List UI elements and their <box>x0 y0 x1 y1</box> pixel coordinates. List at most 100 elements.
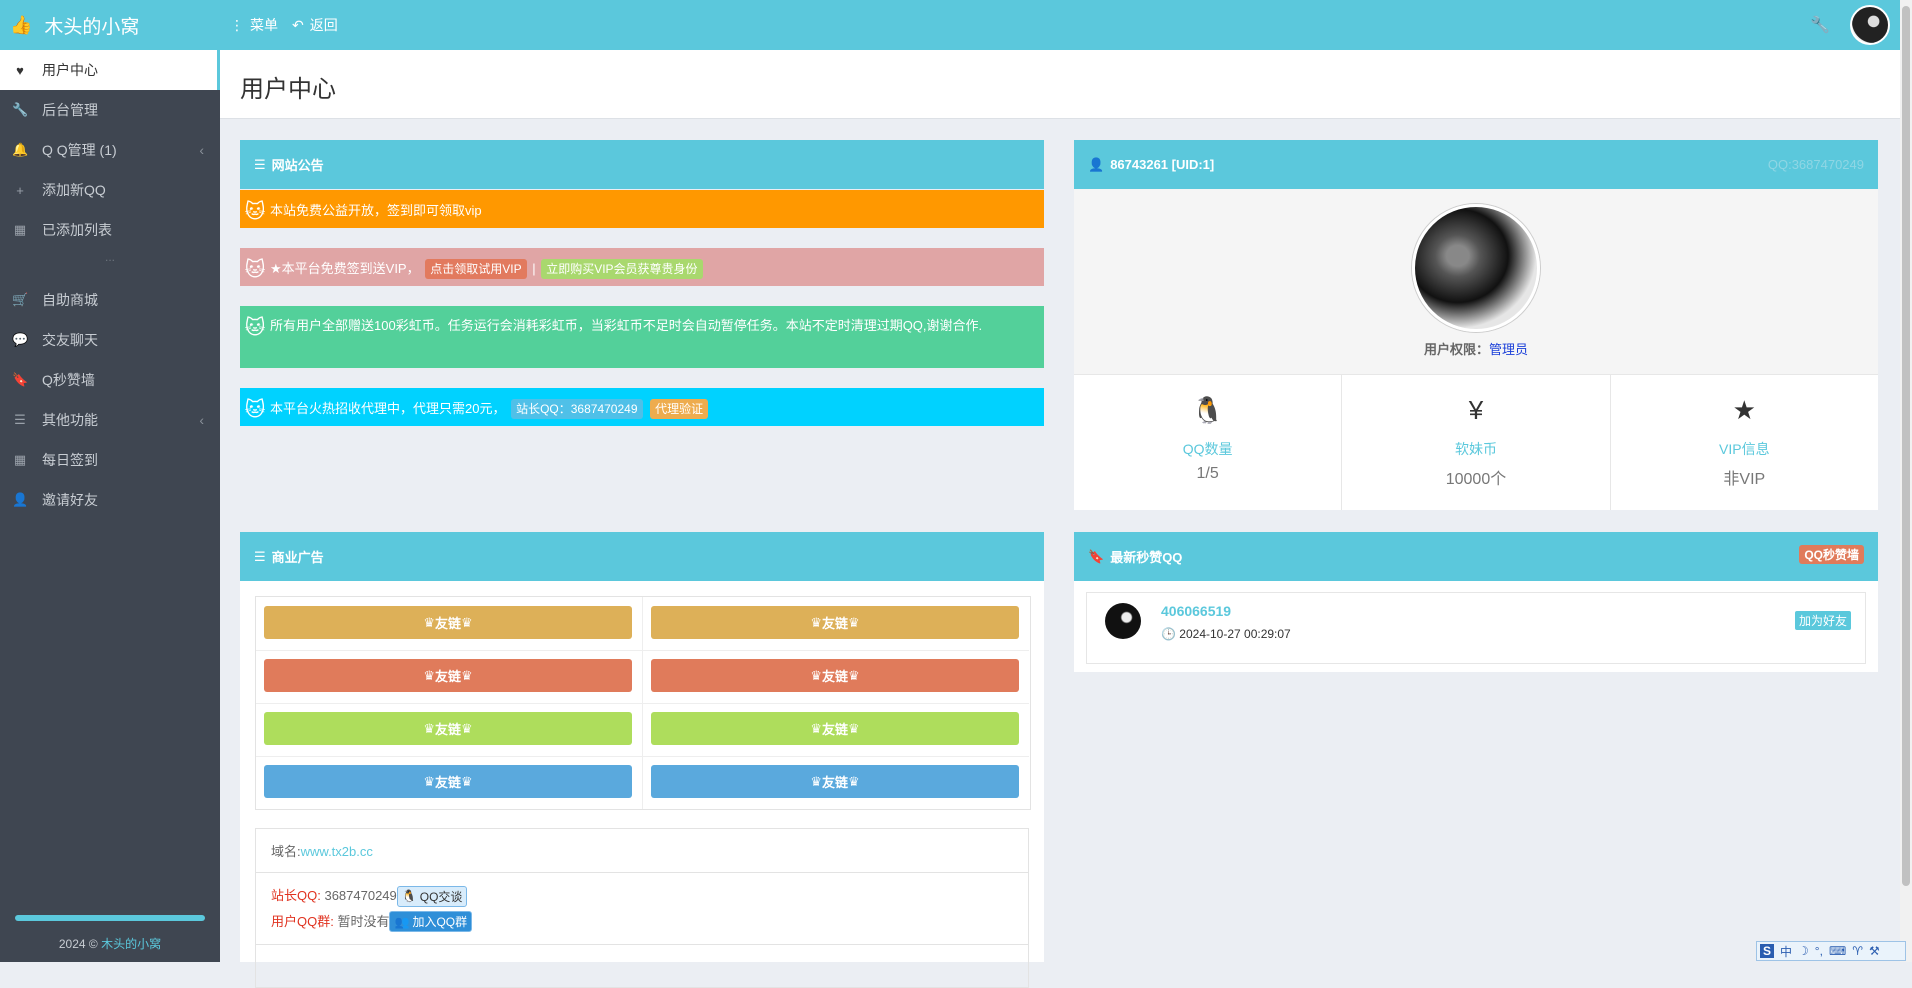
user-panel: 👤 86743261 [UID:1] QQ:3687470249 用户权限：管理… <box>1074 140 1878 510</box>
add-friend-button[interactable]: 加为好友 <box>1794 611 1851 630</box>
button-label: 加入QQ群 <box>412 915 468 929</box>
group-label: 用户QQ群: <box>271 913 334 929</box>
avatar[interactable] <box>1850 5 1890 45</box>
ads-grid: ♛ 友链 ♛ ♛ 友链 ♛ ♛ 友链 ♛ ♛ 友链 ♛ ♛ 友链 ♛ ♛ 友链 ♛ ♛ 友链 ♛ ♛ 友链 ♛ <box>255 596 1031 810</box>
notice-text: 所有用户全部赠送100彩虹币。任务运行会消耗彩虹币，当彩虹币不足时会自动暂停任务… <box>270 318 983 333</box>
stat-label: 软妹币 <box>1454 441 1497 457</box>
ad-cell: ♛ 友链 ♛ <box>256 597 642 651</box>
list-item: 406066519 🕒 2024-10-27 00:29:07 加为好友 <box>1086 592 1866 664</box>
user-stats: 🐧 QQ数量 1/5 ¥ 软妹币 10000个 ★ VIP信息 非VIP <box>1074 375 1878 510</box>
scroll-thumb[interactable] <box>1902 6 1910 886</box>
button-label: 友链 <box>821 669 848 684</box>
heart-icon: ♥ <box>16 62 24 78</box>
sidebar-item-chat[interactable]: 💬 交友聊天 <box>0 320 220 360</box>
sidebar-item-label: 邀请好友 <box>42 492 98 508</box>
button-label: 友链 <box>821 722 848 737</box>
sidebar-item-admin[interactable]: 🔧 后台管理 <box>0 90 220 130</box>
contact-row: 站长QQ: 3687470249 🐧 QQ交谈 用户QQ群: 暂时没有 👥 加入QQ群 <box>256 873 1028 945</box>
like-wall-link[interactable]: QQ秒赞墙 <box>1799 545 1864 564</box>
chevron-left-icon: ‹ <box>199 142 204 158</box>
domain-row: 域名:www.tx2b.cc <box>256 829 1028 873</box>
button-label: QQ交谈 <box>419 889 463 904</box>
friend-link-button[interactable]: ♛ 友链 ♛ <box>264 606 632 639</box>
ime-toolbar[interactable]: S 中 ☽ °, ⌨ ♈ ⚒ <box>1756 941 1906 961</box>
notice-text: ★本平台免费签到送VIP， 点击领取试用VIP | 立即购买VIP会员获尊贵身份 <box>270 248 705 279</box>
notice-item: 🐱 本平台火热招收代理中，代理只需20元， 站长QQ：3687470249 代理… <box>240 388 1044 426</box>
notice-panel-header: ☰ 网站公告 <box>240 140 1044 189</box>
latest-qq[interactable]: 406066519 <box>1161 603 1231 619</box>
clock-icon: 🕒 <box>1161 627 1176 641</box>
scrollbar[interactable] <box>1900 0 1912 962</box>
stat-value: 10000个 <box>1445 471 1507 488</box>
button-label: 友链 <box>821 775 848 790</box>
skin-icon[interactable]: ♈ <box>1852 944 1863 958</box>
stat-qq-count: 🐧 QQ数量 1/5 <box>1074 375 1343 510</box>
buy-vip-link[interactable]: 立即购买VIP会员获尊贵身份 <box>541 259 703 279</box>
stat-value: 1/5 <box>1196 465 1219 482</box>
friend-link-button[interactable]: ♛ 友链 ♛ <box>264 712 632 745</box>
stat-value: 非VIP <box>1723 471 1766 488</box>
copyright-link[interactable]: 木头的小窝 <box>101 937 161 951</box>
sidebar-item-user-center[interactable]: ♥ 用户中心 <box>0 50 220 90</box>
sogou-icon[interactable]: S <box>1760 944 1775 958</box>
top-navbar: 👍 木头的小窝 ⋮ 菜单 ↶ 返回 🔧 <box>0 0 1900 50</box>
moon-icon[interactable]: ☽ <box>1798 944 1809 958</box>
back-button[interactable]: ↶ 返回 <box>292 0 338 50</box>
sidebar-progress-bar <box>15 915 205 921</box>
friend-link-button[interactable]: ♛ 友链 ♛ <box>651 659 1019 692</box>
friend-link-button[interactable]: ♛ 友链 ♛ <box>651 606 1019 639</box>
permission-value: 管理员 <box>1489 342 1529 357</box>
sidebar-item-checkin[interactable]: ▦ 每日签到 <box>0 440 220 480</box>
tools-icon[interactable]: ⚒ <box>1869 944 1880 958</box>
brand[interactable]: 👍 木头的小窝 <box>10 0 139 50</box>
sidebar-item-like-wall[interactable]: 🔖 Q秒赞墙 <box>0 360 220 400</box>
owner-qq-tag[interactable]: 站长QQ：3687470249 <box>511 399 643 419</box>
domain-link[interactable]: www.tx2b.cc <box>301 844 373 859</box>
punctuation-icon[interactable]: °, <box>1815 944 1823 958</box>
page-title: 用户中心 <box>240 76 336 103</box>
star-icon: ★ <box>1732 395 1756 425</box>
ad-cell: ♛ 友链 ♛ <box>642 597 1029 651</box>
agent-verify-link[interactable]: 代理验证 <box>650 399 709 419</box>
button-label: 友链 <box>434 775 461 790</box>
list-icon: ☰ <box>14 412 26 427</box>
time-value: 2024-10-27 00:29:07 <box>1179 627 1291 641</box>
sidebar-item-added-list[interactable]: ▦ 已添加列表 <box>0 210 220 250</box>
menu-button[interactable]: ⋮ 菜单 <box>230 0 278 50</box>
plus-icon: + <box>16 182 24 198</box>
sidebar-item-label: Q秒赞墙 <box>42 372 95 388</box>
mascot-icon: 🐱 <box>244 316 266 339</box>
wrench-icon[interactable]: 🔧 <box>1810 15 1830 35</box>
sidebar-item-shop[interactable]: 🛒 自助商城 <box>0 280 220 320</box>
qq-chat-button[interactable]: 🐧 QQ交谈 <box>396 885 468 907</box>
sidebar-item-add-qq[interactable]: + 添加新QQ <box>0 170 220 210</box>
join-group-button[interactable]: 👥 加入QQ群 <box>389 911 473 932</box>
sidebar-item-invite[interactable]: 👤 邀请好友 <box>0 480 220 520</box>
sidebar-item-label: 每日签到 <box>42 452 98 468</box>
sidebar-item-label: 交友聊天 <box>42 332 98 348</box>
claim-vip-link[interactable]: 点击领取试用VIP <box>425 259 527 279</box>
sidebar-divider: ... <box>104 250 115 264</box>
bookmark-icon: 🔖 <box>1088 548 1105 564</box>
mascot-icon: 🐱 <box>244 200 266 223</box>
keyboard-icon[interactable]: ⌨ <box>1829 944 1846 958</box>
friend-link-button[interactable]: ♛ 友链 ♛ <box>651 765 1019 798</box>
notice-text: 本站免费公益开放，签到即可领取vip <box>270 203 482 218</box>
stat-balance: ¥ 软妹币 10000个 <box>1342 375 1611 510</box>
friend-link-button[interactable]: ♛ 友链 ♛ <box>264 765 632 798</box>
friend-link-button[interactable]: ♛ 友链 ♛ <box>651 712 1019 745</box>
notice-text-part: 本平台火热招收代理中，代理只需20元， <box>270 401 506 416</box>
sidebar-item-label: 用户中心 <box>42 62 98 78</box>
user-icon: 👤 <box>1088 156 1105 172</box>
permission-label: 用户权限： <box>1423 342 1489 357</box>
sidebar-item-qq-manage[interactable]: 🔔 Q Q管理 (1) ‹ <box>0 130 220 170</box>
friend-link-button[interactable]: ♛ 友链 ♛ <box>264 659 632 692</box>
reply-icon: ↶ <box>292 16 304 33</box>
chinese-mode[interactable]: 中 <box>1780 943 1792 960</box>
penguin-icon: 🐧 <box>401 889 417 903</box>
ad-cell: ♛ 友链 ♛ <box>256 650 642 704</box>
list-icon: ☰ <box>254 548 266 564</box>
sidebar-item-label: 已添加列表 <box>42 222 112 238</box>
button-label: 友链 <box>821 616 848 631</box>
sidebar-item-other[interactable]: ☰ 其他功能 ‹ <box>0 400 220 440</box>
